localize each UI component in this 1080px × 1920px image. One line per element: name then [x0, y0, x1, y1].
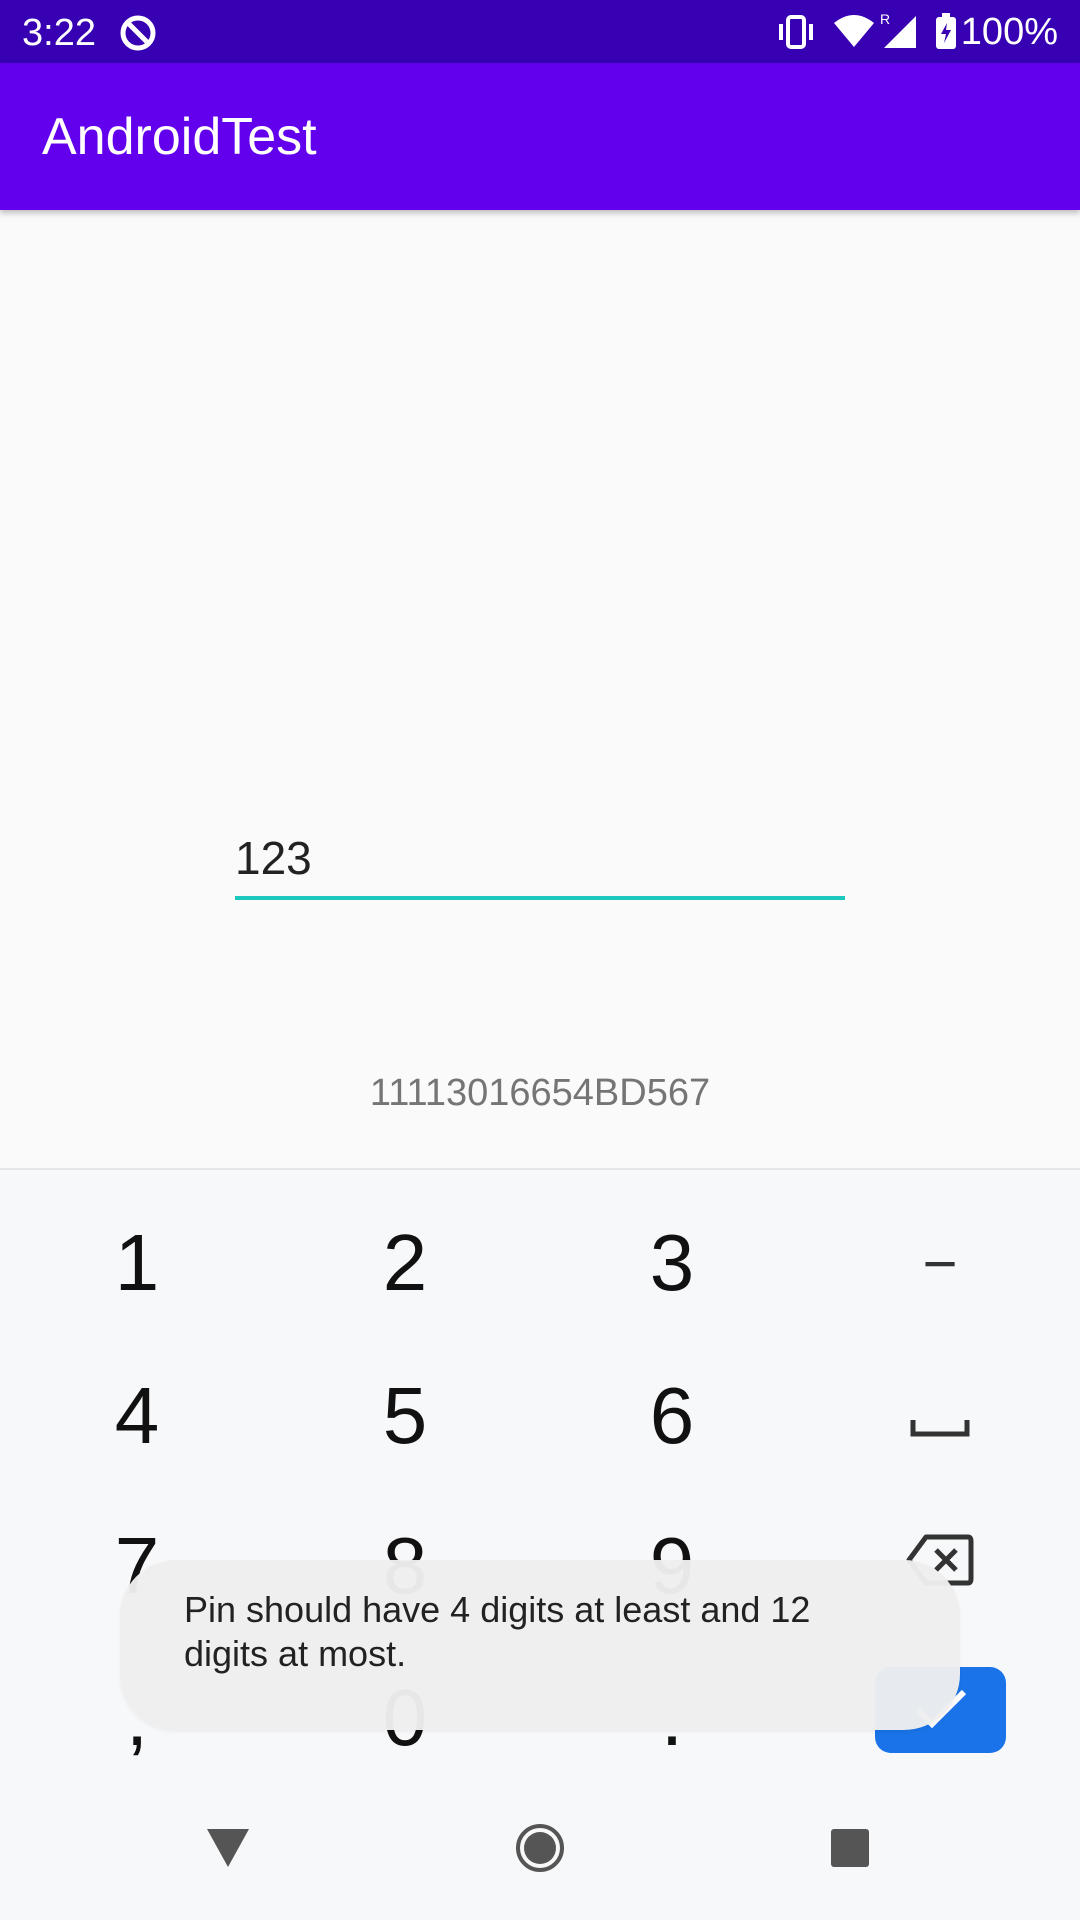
key-3[interactable]: 3 — [572, 1203, 772, 1323]
key-5[interactable]: 5 — [305, 1356, 505, 1476]
back-triangle-icon — [205, 1827, 251, 1874]
toast-text: Pin should have 4 digits at least and 12… — [184, 1589, 811, 1674]
home-button[interactable] — [510, 1820, 570, 1880]
key-1[interactable]: 1 — [37, 1203, 237, 1323]
space-key[interactable] — [840, 1356, 1040, 1476]
device-id-text: 11113016654BD567 — [369, 1072, 711, 1114]
home-circle-icon — [515, 1823, 565, 1878]
wifi-icon — [832, 13, 876, 54]
battery-percentage: 100% — [960, 11, 1058, 53]
svg-text:R: R — [880, 11, 890, 27]
cell-signal-roaming-icon: R — [878, 10, 918, 55]
back-button[interactable] — [198, 1820, 258, 1880]
navigation-bar — [0, 1780, 1080, 1920]
key-6[interactable]: 6 — [572, 1356, 772, 1476]
key-minus[interactable]: − — [840, 1203, 1040, 1323]
vibrate-icon — [776, 13, 816, 56]
space-icon — [910, 1382, 970, 1451]
recents-button[interactable] — [820, 1820, 880, 1880]
status-bar: 3:22 R 100% — [0, 0, 1080, 63]
key-4[interactable]: 4 — [37, 1356, 237, 1476]
app-title: AndroidTest — [42, 108, 317, 166]
sync-icon — [118, 13, 158, 58]
toast-message: Pin should have 4 digits at least and 12… — [120, 1560, 960, 1730]
key-2[interactable]: 2 — [305, 1203, 505, 1323]
status-time: 3:22 — [22, 12, 96, 54]
recents-square-icon — [830, 1828, 870, 1873]
app-bar: AndroidTest — [0, 63, 1080, 210]
pin-input[interactable] — [235, 820, 845, 900]
battery-charging-icon — [934, 13, 958, 56]
